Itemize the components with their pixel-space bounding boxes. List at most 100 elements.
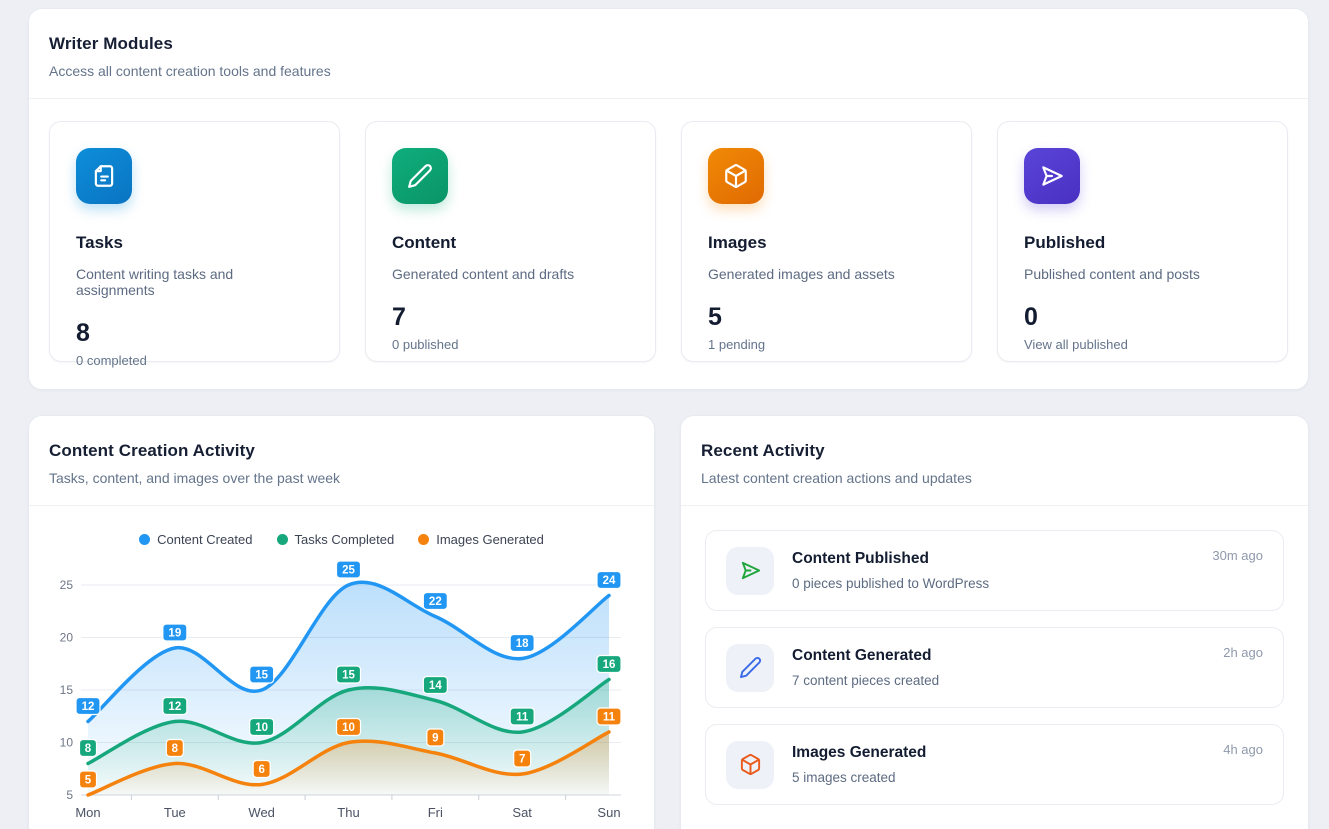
legend-label: Images Generated: [436, 532, 544, 547]
recent-activity-header: Recent Activity Latest content creation …: [681, 416, 1308, 505]
svg-text:19: 19: [168, 628, 181, 640]
module-stat-value: 8: [76, 319, 313, 348]
module-stat-caption: View all published: [1024, 337, 1261, 352]
recent-activity-subtitle: Latest content creation actions and upda…: [701, 470, 1286, 486]
chart-panel-subtitle: Tasks, content, and images over the past…: [49, 470, 632, 486]
activity-icon-tile: [726, 741, 774, 789]
module-description: Generated images and assets: [708, 266, 945, 282]
data-label: 15: [337, 666, 361, 683]
module-stat-caption: 0 completed: [76, 353, 313, 368]
activity-title: Content Published: [792, 550, 989, 568]
module-icon-tile: [392, 148, 448, 204]
activity-text: Content Published 0 pieces published to W…: [792, 550, 989, 591]
svg-text:6: 6: [258, 764, 264, 776]
legend-dot-icon: [418, 534, 429, 545]
activity-text: Images Generated5 images created: [792, 744, 926, 785]
svg-text:10: 10: [342, 722, 355, 734]
legend-dot-icon: [277, 534, 288, 545]
module-title: Published: [1024, 233, 1261, 253]
send-icon: [1039, 163, 1065, 189]
activity-icon-tile: [726, 644, 774, 692]
legend-label: Tasks Completed: [295, 532, 395, 547]
activity-description: 5 images created: [792, 770, 926, 785]
activity-timestamp: 4h ago: [1223, 742, 1263, 757]
modules-row: TasksContent writing tasks and assignmen…: [29, 99, 1308, 362]
svg-text:9: 9: [432, 733, 438, 745]
module-stat-value: 7: [392, 303, 629, 332]
data-label: 15: [250, 666, 274, 683]
svg-text:7: 7: [519, 754, 525, 766]
y-axis-tick-label: 15: [60, 683, 74, 697]
y-axis-tick-label: 5: [66, 788, 73, 802]
data-label: 14: [423, 677, 447, 694]
module-card-tasks[interactable]: TasksContent writing tasks and assignmen…: [49, 121, 340, 362]
activity-text: Content Generated7 content pieces create…: [792, 647, 939, 688]
data-label: 18: [510, 635, 534, 652]
svg-text:11: 11: [603, 712, 616, 724]
module-card-published[interactable]: PublishedPublished content and posts0Vie…: [997, 121, 1288, 362]
module-stat-value: 5: [708, 303, 945, 332]
x-axis-tick-label: Thu: [337, 805, 359, 820]
svg-text:15: 15: [255, 670, 268, 682]
x-axis-tick-label: Tue: [164, 805, 186, 820]
send-icon: [739, 559, 762, 582]
x-axis-tick-label: Fri: [428, 805, 443, 820]
divider: [29, 505, 654, 506]
activity-item: Images Generated5 images created 4h ago: [705, 724, 1284, 805]
x-axis-tick-label: Wed: [248, 805, 275, 820]
svg-text:24: 24: [603, 575, 616, 587]
x-axis-tick-label: Sun: [597, 805, 620, 820]
chart-panel-header: Content Creation Activity Tasks, content…: [29, 416, 654, 505]
legend-item[interactable]: Content Created: [139, 532, 252, 547]
module-stat-caption: 1 pending: [708, 337, 945, 352]
data-label: 8: [166, 740, 183, 757]
data-label: 7: [514, 750, 531, 767]
svg-text:22: 22: [429, 596, 442, 608]
writer-modules-header: Writer Modules Access all content creati…: [29, 9, 1308, 98]
data-label: 12: [76, 698, 100, 715]
activity-icon-tile: [726, 547, 774, 595]
data-label: 6: [253, 761, 270, 778]
module-card-images[interactable]: ImagesGenerated images and assets51 pend…: [681, 121, 972, 362]
legend-dot-icon: [139, 534, 150, 545]
svg-text:15: 15: [342, 670, 355, 682]
module-icon-tile: [76, 148, 132, 204]
x-axis-tick-label: Mon: [75, 805, 100, 820]
svg-text:5: 5: [85, 775, 92, 787]
svg-text:8: 8: [85, 743, 92, 755]
module-stat-caption: 0 published: [392, 337, 629, 352]
activity-list: Content Published 0 pieces published to W…: [681, 506, 1308, 829]
activity-item: Content Generated7 content pieces create…: [705, 627, 1284, 708]
x-axis-tick-label: Sat: [512, 805, 532, 820]
module-title: Tasks: [76, 233, 313, 253]
writer-modules-subtitle: Access all content creation tools and fe…: [49, 63, 1286, 79]
data-label: 10: [337, 719, 361, 736]
data-label: 16: [597, 656, 621, 673]
activity-timestamp: 30m ago: [1212, 548, 1263, 563]
content-creation-activity-panel: Content Creation Activity Tasks, content…: [28, 415, 655, 829]
svg-text:12: 12: [82, 701, 95, 713]
svg-text:18: 18: [516, 638, 529, 650]
writer-modules-title: Writer Modules: [49, 34, 1286, 54]
module-card-content[interactable]: ContentGenerated content and drafts70 pu…: [365, 121, 656, 362]
activity-timestamp: 2h ago: [1223, 645, 1263, 660]
data-label: 22: [423, 593, 447, 610]
cube-icon: [723, 163, 749, 189]
svg-text:25: 25: [342, 565, 355, 577]
y-axis-tick-label: 20: [60, 631, 74, 645]
activity-line-chart: 252015105MonTueWedThuFriSatSun1219152522…: [29, 555, 655, 829]
cube-icon: [739, 753, 762, 776]
activity-description: 0 pieces published to WordPress: [792, 576, 989, 591]
data-label: 5: [80, 771, 97, 788]
chart-panel-title: Content Creation Activity: [49, 441, 632, 461]
document-icon: [91, 163, 117, 189]
chart-legend: Content Created Tasks Completed Images Gen…: [29, 532, 654, 547]
module-stat-value: 0: [1024, 303, 1261, 332]
legend-item[interactable]: Images Generated: [418, 532, 544, 547]
legend-item[interactable]: Tasks Completed: [277, 532, 395, 547]
module-icon-tile: [708, 148, 764, 204]
data-label: 9: [427, 729, 444, 746]
data-label: 11: [510, 708, 534, 725]
pencil-icon: [739, 656, 762, 679]
writer-modules-panel: Writer Modules Access all content creati…: [28, 8, 1309, 390]
